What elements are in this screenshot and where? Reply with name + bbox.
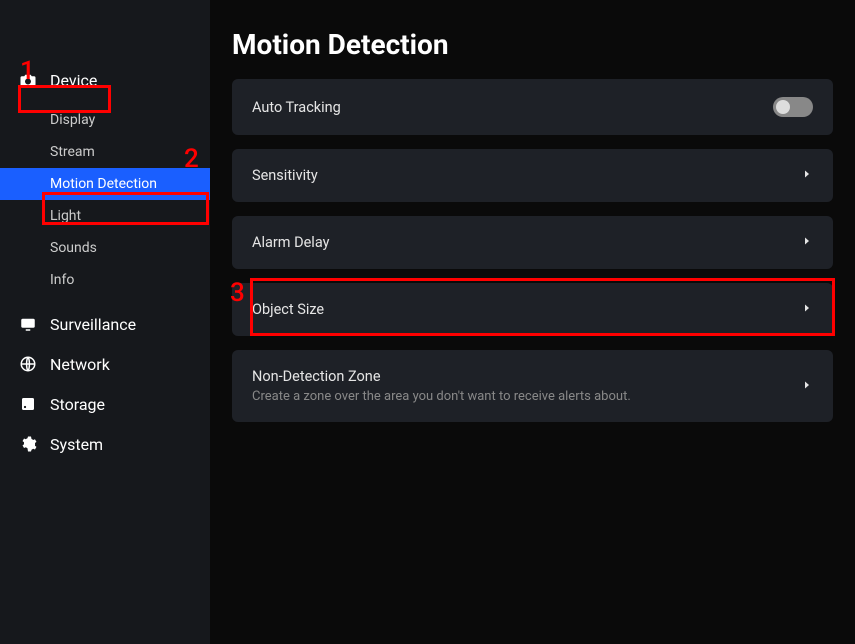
sidebar-item-info[interactable]: Info bbox=[0, 264, 210, 296]
sidebar-section-label: Network bbox=[50, 355, 110, 374]
card-sensitivity[interactable]: Sensitivity bbox=[232, 149, 833, 202]
card-title: Auto Tracking bbox=[252, 99, 773, 116]
main-content: Motion Detection Auto Tracking Sensitivi… bbox=[210, 0, 855, 644]
monitor-icon bbox=[18, 314, 38, 334]
sidebar-section-system[interactable]: System bbox=[0, 424, 210, 464]
card-content: Non-Detection Zone Create a zone over th… bbox=[252, 368, 801, 404]
card-alarm-delay[interactable]: Alarm Delay bbox=[232, 216, 833, 269]
toggle-auto-tracking[interactable] bbox=[773, 97, 813, 117]
disk-icon bbox=[18, 394, 38, 414]
card-title: Alarm Delay bbox=[252, 234, 801, 251]
card-title: Sensitivity bbox=[252, 167, 801, 184]
card-content: Object Size bbox=[252, 301, 801, 318]
globe-icon bbox=[18, 354, 38, 374]
card-object-size[interactable]: Object Size bbox=[232, 283, 833, 336]
sidebar-section-label: Device bbox=[50, 71, 97, 90]
sidebar-section-label: Storage bbox=[50, 395, 105, 414]
card-content: Auto Tracking bbox=[252, 99, 773, 116]
sidebar-item-stream[interactable]: Stream bbox=[0, 136, 210, 168]
card-subtitle: Create a zone over the area you don't wa… bbox=[252, 389, 801, 404]
page-title: Motion Detection bbox=[232, 28, 833, 61]
sidebar: Device Display Stream Motion Detection L… bbox=[0, 0, 210, 644]
sidebar-section-storage[interactable]: Storage bbox=[0, 384, 210, 424]
sidebar-item-label: Stream bbox=[50, 144, 95, 160]
chevron-right-icon bbox=[801, 168, 813, 183]
sidebar-item-label: Sounds bbox=[50, 240, 97, 256]
sidebar-item-label: Display bbox=[50, 112, 95, 128]
sidebar-item-display[interactable]: Display bbox=[0, 104, 210, 136]
sidebar-item-sounds[interactable]: Sounds bbox=[0, 232, 210, 264]
sidebar-section-surveillance[interactable]: Surveillance bbox=[0, 304, 210, 344]
sidebar-section-label: Surveillance bbox=[50, 315, 136, 334]
card-auto-tracking[interactable]: Auto Tracking bbox=[232, 79, 833, 135]
sidebar-item-label: Light bbox=[50, 208, 81, 224]
card-content: Alarm Delay bbox=[252, 234, 801, 251]
gear-icon bbox=[18, 434, 38, 454]
card-title: Object Size bbox=[252, 301, 801, 318]
sidebar-item-label: Info bbox=[50, 272, 74, 288]
chevron-right-icon bbox=[801, 235, 813, 250]
card-title: Non-Detection Zone bbox=[252, 368, 801, 385]
sidebar-item-light[interactable]: Light bbox=[0, 200, 210, 232]
sidebar-section-network[interactable]: Network bbox=[0, 344, 210, 384]
sidebar-section-label: System bbox=[50, 435, 103, 454]
sidebar-item-label: Motion Detection bbox=[50, 176, 157, 192]
card-non-detection-zone[interactable]: Non-Detection Zone Create a zone over th… bbox=[232, 350, 833, 422]
chevron-right-icon bbox=[801, 379, 813, 394]
sidebar-section-device[interactable]: Device bbox=[0, 60, 210, 100]
sidebar-item-motion-detection[interactable]: Motion Detection bbox=[0, 168, 210, 200]
sidebar-subitems-device: Display Stream Motion Detection Light So… bbox=[0, 100, 210, 304]
card-content: Sensitivity bbox=[252, 167, 801, 184]
chevron-right-icon bbox=[801, 302, 813, 317]
camera-icon bbox=[18, 70, 38, 90]
